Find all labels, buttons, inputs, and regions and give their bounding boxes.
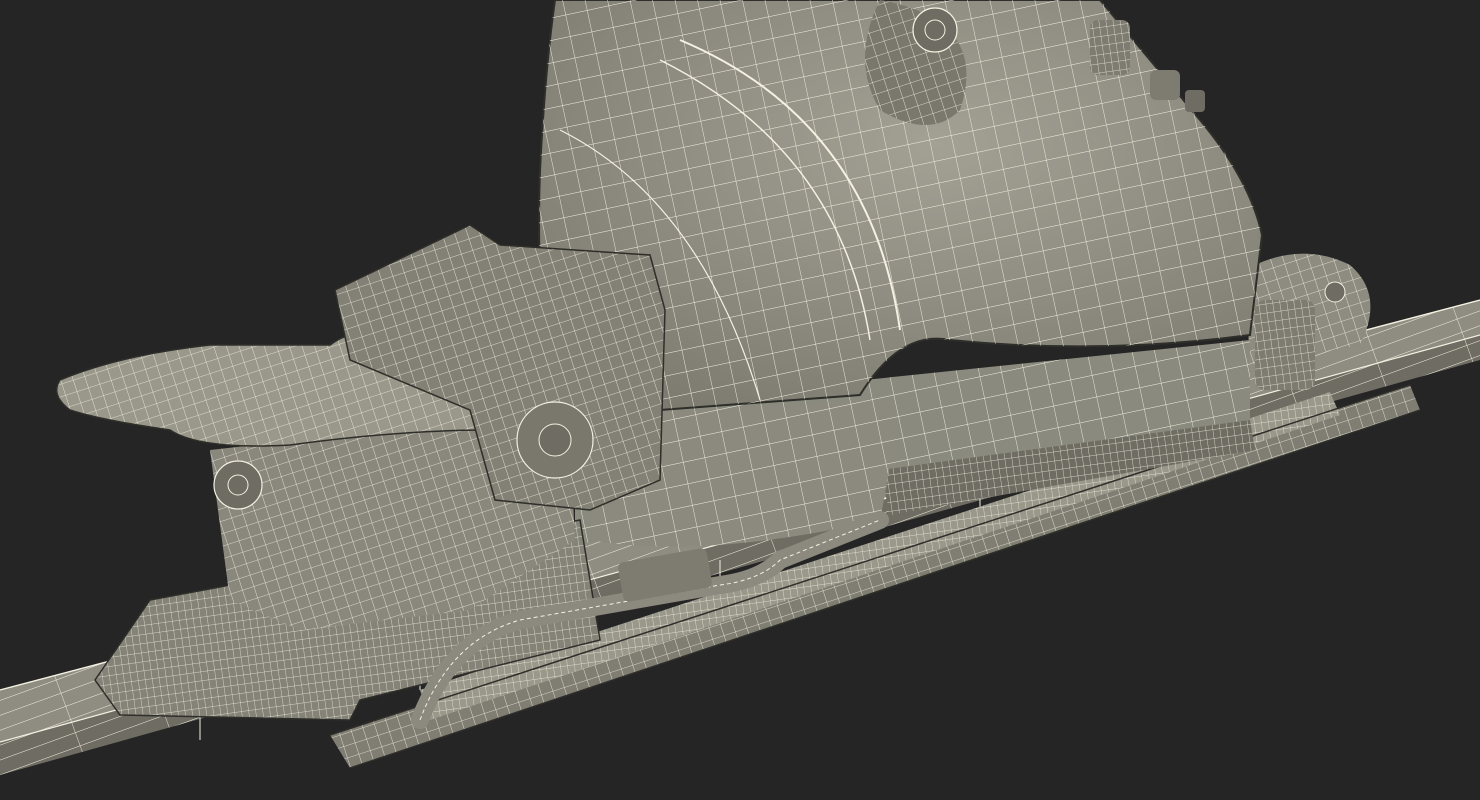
toe-piece (55, 224, 666, 721)
3d-viewport[interactable] (0, 0, 1480, 800)
wireframe-render (0, 0, 1480, 775)
